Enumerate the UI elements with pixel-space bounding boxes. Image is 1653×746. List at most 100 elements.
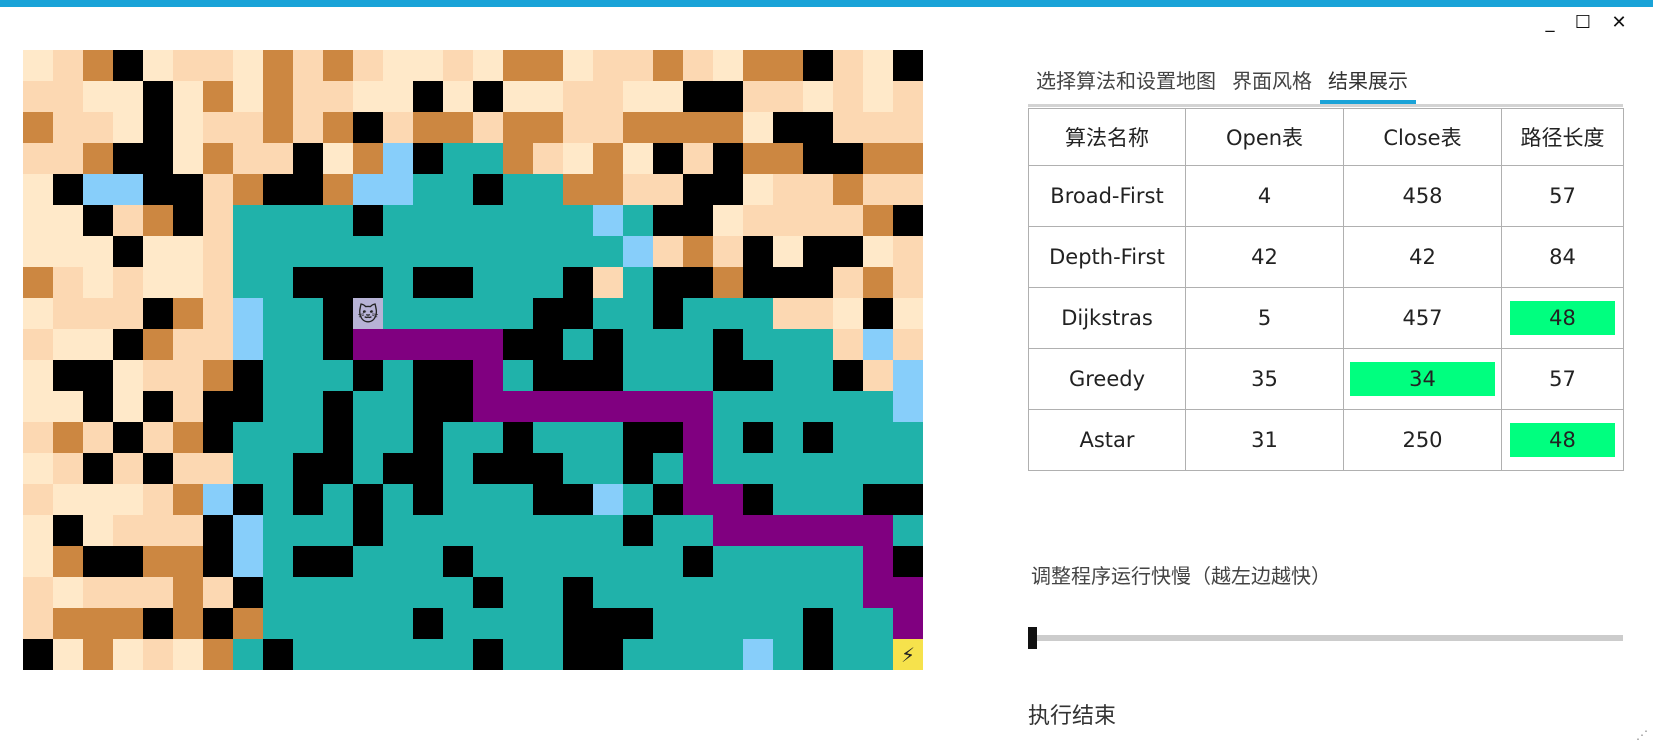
map-cell[interactable] <box>893 329 923 360</box>
map-cell[interactable] <box>533 205 563 236</box>
map-cell[interactable] <box>263 236 293 267</box>
map-cell[interactable] <box>53 81 83 112</box>
map-cell[interactable] <box>293 453 323 484</box>
map-cell[interactable] <box>743 360 773 391</box>
map-cell[interactable] <box>533 174 563 205</box>
map-cell[interactable] <box>383 112 413 143</box>
map-cell[interactable] <box>443 205 473 236</box>
map-cell[interactable] <box>623 484 653 515</box>
map-cell[interactable] <box>593 453 623 484</box>
map-cell[interactable] <box>443 422 473 453</box>
map-cell[interactable] <box>113 639 143 670</box>
map-cell[interactable] <box>563 50 593 81</box>
map-cell[interactable] <box>53 267 83 298</box>
map-cell[interactable] <box>593 267 623 298</box>
map-cell[interactable] <box>623 50 653 81</box>
map-cell[interactable] <box>773 391 803 422</box>
map-cell[interactable] <box>593 205 623 236</box>
map-cell[interactable] <box>773 112 803 143</box>
map-cell[interactable] <box>593 329 623 360</box>
map-cell[interactable] <box>743 546 773 577</box>
map-cell[interactable] <box>233 50 263 81</box>
map-cell[interactable] <box>683 81 713 112</box>
map-cell[interactable] <box>263 639 293 670</box>
map-cell[interactable] <box>413 298 443 329</box>
map-cell[interactable] <box>173 81 203 112</box>
map-cell[interactable] <box>893 143 923 174</box>
map-cell[interactable] <box>893 112 923 143</box>
map-cell[interactable] <box>143 639 173 670</box>
map-cell[interactable] <box>863 360 893 391</box>
map-cell[interactable] <box>743 391 773 422</box>
map-cell[interactable] <box>263 484 293 515</box>
map-cell[interactable] <box>533 329 563 360</box>
map-cell[interactable] <box>23 112 53 143</box>
map-cell[interactable] <box>503 422 533 453</box>
map-cell[interactable] <box>173 608 203 639</box>
map-cell[interactable] <box>293 205 323 236</box>
map-cell[interactable] <box>773 360 803 391</box>
map-cell[interactable] <box>413 515 443 546</box>
map-cell[interactable] <box>83 453 113 484</box>
map-cell[interactable] <box>53 391 83 422</box>
map-cell[interactable] <box>143 577 173 608</box>
map-cell[interactable] <box>383 298 413 329</box>
map-cell[interactable] <box>413 112 443 143</box>
map-cell[interactable] <box>503 174 533 205</box>
map-cell[interactable] <box>773 267 803 298</box>
map-cell[interactable] <box>353 174 383 205</box>
map-cell[interactable] <box>773 174 803 205</box>
map-cell[interactable] <box>533 422 563 453</box>
map-cell[interactable] <box>863 608 893 639</box>
map-cell[interactable] <box>653 329 683 360</box>
map-cell[interactable] <box>473 422 503 453</box>
map-cell[interactable] <box>593 298 623 329</box>
map-cell[interactable] <box>833 453 863 484</box>
map-cell[interactable] <box>533 360 563 391</box>
map-cell[interactable] <box>803 453 833 484</box>
map-cell[interactable] <box>203 391 233 422</box>
map-cell[interactable] <box>263 329 293 360</box>
map-cell[interactable] <box>683 143 713 174</box>
map-cell[interactable] <box>113 515 143 546</box>
map-cell[interactable] <box>533 453 563 484</box>
map-cell[interactable] <box>653 174 683 205</box>
map-cell[interactable] <box>83 205 113 236</box>
map-cell[interactable] <box>293 174 323 205</box>
map-cell[interactable] <box>533 236 563 267</box>
map-cell[interactable] <box>683 205 713 236</box>
map-cell[interactable] <box>173 143 203 174</box>
map-cell[interactable] <box>473 112 503 143</box>
map-cell[interactable] <box>173 360 203 391</box>
map-cell[interactable] <box>683 546 713 577</box>
map-cell[interactable] <box>623 143 653 174</box>
map-cell[interactable] <box>143 81 173 112</box>
map-cell[interactable] <box>593 236 623 267</box>
map-cell[interactable] <box>293 360 323 391</box>
map-cell[interactable] <box>563 422 593 453</box>
map-cell[interactable] <box>443 267 473 298</box>
map-cell[interactable] <box>113 236 143 267</box>
map-cell[interactable] <box>143 484 173 515</box>
map-cell[interactable] <box>263 577 293 608</box>
map-cell[interactable] <box>473 453 503 484</box>
map-cell[interactable] <box>413 360 443 391</box>
map-cell[interactable] <box>863 143 893 174</box>
map-cell[interactable] <box>773 298 803 329</box>
map-cell[interactable] <box>413 174 443 205</box>
map-cell[interactable] <box>713 267 743 298</box>
map-cell[interactable] <box>773 329 803 360</box>
map-cell[interactable] <box>413 391 443 422</box>
map-cell[interactable] <box>713 50 743 81</box>
map-cell[interactable] <box>443 608 473 639</box>
map-cell[interactable] <box>863 298 893 329</box>
map-cell[interactable] <box>143 143 173 174</box>
map-cell[interactable] <box>533 608 563 639</box>
map-cell[interactable] <box>653 515 683 546</box>
map-cell[interactable] <box>563 112 593 143</box>
map-cell[interactable] <box>773 50 803 81</box>
map-cell[interactable] <box>173 236 203 267</box>
map-cell[interactable] <box>143 360 173 391</box>
map-cell[interactable] <box>233 267 263 298</box>
map-cell[interactable] <box>413 81 443 112</box>
